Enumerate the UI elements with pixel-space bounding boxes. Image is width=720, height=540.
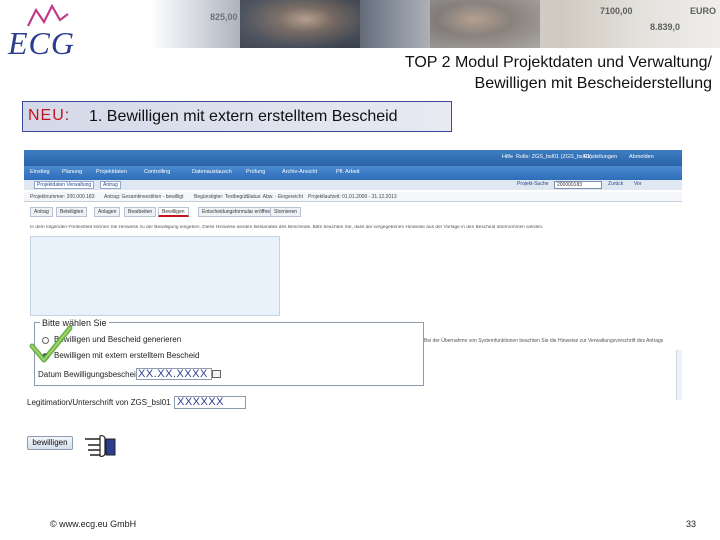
signature-label: Legitimation/Unterschrift von ZGS_bsl01 (27, 398, 171, 407)
header-banner: 825,00 7100,00 8.839,0 EURO (0, 0, 720, 48)
option-external-notice-label: Bewilligen mit extern erstelltem Beschei… (54, 351, 200, 360)
nav-item-datenaustausch[interactable]: Datenaustausch (192, 169, 232, 175)
info-beneficiary: Begünstigter: Testbegün (194, 194, 248, 200)
banner-money-note: 825,00 (210, 12, 238, 22)
nav-item-planung[interactable]: Planung (62, 169, 82, 175)
project-search-input[interactable]: 200000183 (554, 181, 602, 189)
settings-link[interactable]: Einstellungen (584, 154, 617, 160)
info-application: Antrag: Gesamtinvestition - bewilligt (104, 194, 184, 200)
new-feature-banner: NEU: 1. Bewilligen mit extern erstelltem… (22, 101, 452, 132)
banner-money-note: 7100,00 (600, 6, 633, 16)
crumb-verwaltung[interactable]: Projektdaten Verwaltung (34, 181, 95, 189)
nav-item-pruefung[interactable]: Prüfung (246, 169, 265, 175)
tab-entscheidungsformular[interactable]: Entscheidungsformular eröffnen (198, 207, 277, 217)
approval-date-value: XX.XX.XXXX (138, 368, 208, 380)
system-hint-text: Bei der Übernahme von Systemfunktionen b… (424, 338, 664, 344)
help-link[interactable]: Hilfe (502, 154, 513, 160)
tab-stornieren[interactable]: Stornieren (270, 207, 302, 217)
role-label: Rolle: ZGS_bsl01 (ZGS_bsl01) (516, 154, 592, 160)
new-feature-text: 1. Bewilligen mit extern erstelltem Besc… (89, 108, 398, 125)
nav-item-pfl-arbeit[interactable]: Pfl. Arbeit (336, 169, 360, 175)
new-label: NEU: (28, 107, 71, 124)
approve-button[interactable]: bewilligen (27, 436, 73, 450)
footer-copyright: © www.ecg.eu GmbH (50, 519, 137, 529)
page-number: 33 (685, 519, 696, 529)
tab-bewilligen[interactable]: Bewilligen (158, 207, 189, 217)
ecg-logo-text: ECG (8, 25, 75, 61)
info-project-number: Projektnummer: 200.000.183 (30, 194, 95, 200)
nav-item-archiv[interactable]: Archiv-Ansicht (282, 169, 317, 175)
instruction-text: In dem folgenden Freitextfeld können Sie… (30, 225, 544, 230)
info-duration: Projektlaufzeit: 01.01.2009 - 31.12.2013 (308, 194, 397, 200)
logout-link[interactable]: Abmelden (629, 154, 654, 160)
nav-item-einstieg[interactable]: Einstieg (30, 169, 50, 175)
notes-textarea[interactable] (30, 236, 280, 316)
signature-value: XXXXXX (177, 396, 225, 408)
date-label: Datum Bewilligungsbescheid (38, 370, 141, 379)
project-search-label: Projekt-Suche (517, 181, 549, 187)
banner-photo-person (240, 0, 360, 48)
tab-beteiligten[interactable]: Beteiligten (56, 207, 88, 217)
crumb-antrag[interactable]: Antrag (100, 181, 121, 189)
slide-title: TOP 2 Modul Projektdaten und Verwaltung/… (292, 52, 712, 94)
pointing-hand-icon (85, 435, 116, 457)
tab-antrag[interactable]: Antrag (30, 207, 53, 217)
back-link[interactable]: Zurück (608, 181, 623, 187)
scrollbar[interactable] (676, 350, 682, 400)
nav-item-projektdaten[interactable]: Projektdaten (96, 169, 127, 175)
tab-bearbeiten[interactable]: Bearbeiten (124, 207, 157, 217)
app-screenshot: Hilfe Rolle: ZGS_bsl01 (ZGS_bsl01) Einst… (24, 150, 682, 420)
info-status: Status: Abw. - Eingereicht (246, 194, 303, 200)
slide-title-line1: TOP 2 Modul Projektdaten und Verwaltung/ (404, 54, 712, 71)
banner-photo-woman (430, 0, 540, 48)
calendar-icon[interactable] (212, 370, 221, 378)
banner-money-note: EURO (690, 6, 717, 16)
checkmark-icon (29, 325, 73, 363)
banner-money-note: 8.839,0 (650, 22, 681, 32)
forward-link[interactable]: Vor (634, 181, 642, 187)
slide-title-line2: Bewilligen mit Bescheiderstellung (474, 75, 712, 92)
tab-anlagen[interactable]: Anlagen (94, 207, 121, 217)
nav-item-controlling[interactable]: Controlling (144, 169, 170, 175)
